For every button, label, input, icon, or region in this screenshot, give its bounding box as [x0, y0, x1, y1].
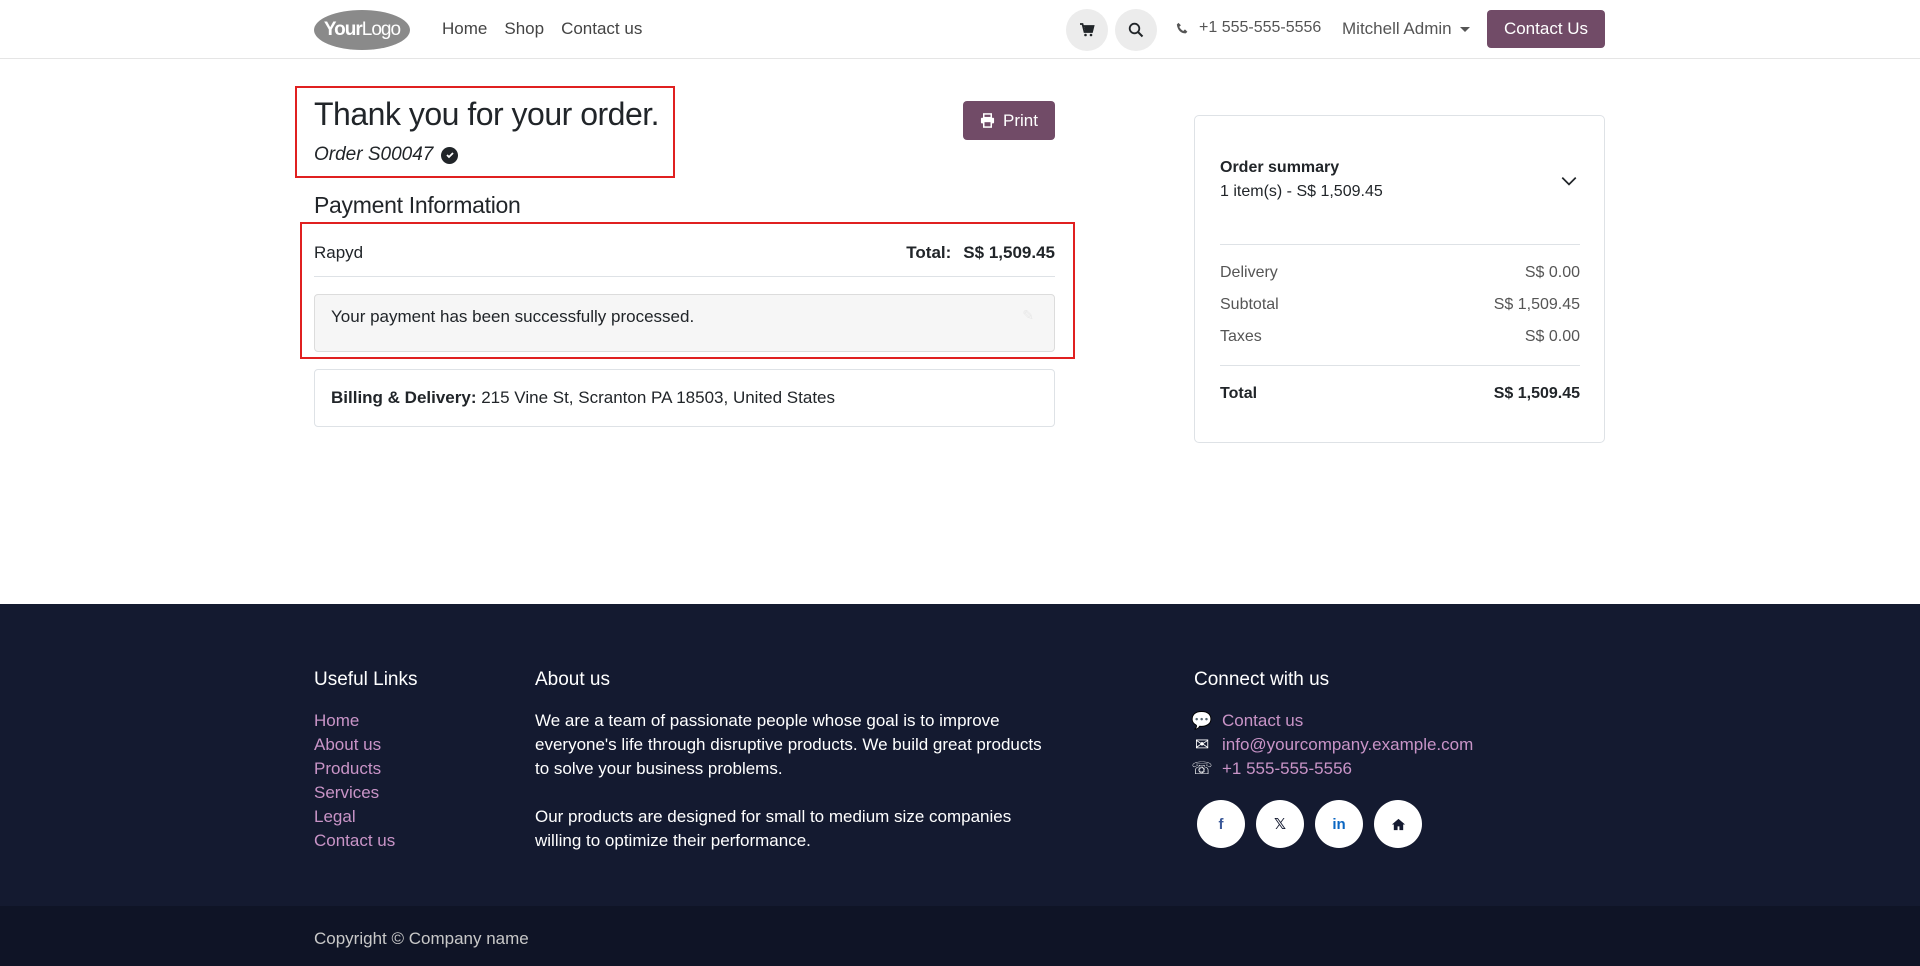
summary-divider	[1220, 244, 1580, 245]
summary-row-total: Total S$ 1,509.45	[1220, 385, 1580, 403]
footer-link-home[interactable]: Home	[314, 709, 395, 733]
summary-row-value: S$ 1,509.45	[1493, 296, 1580, 313]
footer-connect-phone-text: +1 555-555-5556	[1222, 759, 1352, 778]
site-header: YourLogo Home Shop Contact us +1 555-555…	[0, 0, 1920, 59]
payment-status-alert: Your payment has been successfully proce…	[314, 294, 1055, 352]
footer-connect-phone[interactable]: ☏ +1 555-555-5556	[1191, 757, 1473, 781]
phone-icon: ☏	[1191, 759, 1213, 778]
summary-row-taxes: Taxes S$ 0.00	[1220, 328, 1580, 346]
footer-connect-email[interactable]: ✉ info@yourcompany.example.com	[1194, 733, 1473, 757]
footer-connect-contact[interactable]: 💬 Contact us	[1191, 709, 1473, 733]
payment-total-value: S$ 1,509.45	[963, 243, 1055, 262]
summary-divider	[1220, 365, 1580, 366]
check-circle-icon	[441, 146, 459, 164]
payment-status-text: Your payment has been successfully proce…	[331, 307, 695, 326]
footer-link-services[interactable]: Services	[314, 781, 395, 805]
order-reference-text: Order S00047	[314, 144, 434, 165]
header-phone[interactable]: +1 555-555-5556	[1176, 19, 1321, 37]
summary-row-label: Taxes	[1220, 328, 1262, 345]
print-button[interactable]: Print	[963, 101, 1055, 140]
user-name: Mitchell Admin	[1342, 19, 1452, 38]
contact-us-button[interactable]: Contact Us	[1487, 10, 1605, 48]
printer-icon	[980, 113, 995, 128]
facebook-icon[interactable]: f	[1197, 800, 1245, 848]
linkedin-icon[interactable]: in	[1315, 800, 1363, 848]
order-summary-card: Order summary 1 item(s) - S$ 1,509.45 De…	[1194, 115, 1605, 443]
payment-heading: Payment Information	[314, 192, 521, 218]
summary-row-value: S$ 0.00	[1524, 328, 1580, 345]
footer-connect-contact-text: Contact us	[1222, 711, 1304, 730]
page-title: Thank you for your order.	[314, 96, 660, 132]
summary-total-value: S$ 1,509.45	[1493, 385, 1580, 402]
x-icon[interactable]: 𝕏	[1256, 800, 1304, 848]
nav-contact-us[interactable]: Contact us	[561, 19, 642, 39]
footer-link-legal[interactable]: Legal	[314, 805, 395, 829]
summary-total-label: Total	[1220, 385, 1258, 402]
print-button-label: Print	[1003, 110, 1038, 130]
nav-home[interactable]: Home	[442, 19, 487, 39]
logo-thin-text: Logo	[361, 19, 401, 40]
social-links: f 𝕏 in	[1197, 800, 1422, 848]
footer-link-about-us[interactable]: About us	[314, 733, 395, 757]
footer-connect-heading: Connect with us	[1194, 669, 1330, 690]
chevron-down-icon[interactable]	[1560, 172, 1578, 190]
payment-total: Total: S$ 1,509.45	[906, 243, 1055, 263]
copyright-text: Copyright © Company name	[314, 929, 529, 948]
footer-about-heading: About us	[535, 669, 610, 690]
search-icon	[1128, 22, 1144, 38]
order-reference: Order S00047	[314, 144, 459, 166]
comment-icon: 💬	[1191, 711, 1213, 730]
footer-useful-links-heading: Useful Links	[314, 669, 418, 690]
cart-icon	[1080, 23, 1095, 37]
pencil-icon: ✎	[1022, 307, 1034, 323]
payment-total-label: Total:	[906, 243, 952, 262]
footer-bottom-bar	[0, 906, 1920, 966]
order-summary-title[interactable]: Order summary	[1220, 159, 1339, 177]
footer-connect-list: 💬 Contact us ✉ info@yourcompany.example.co…	[1191, 709, 1473, 781]
footer-about-paragraph: We are a team of passionate people whose…	[535, 711, 1042, 778]
address-value: 215 Vine St, Scranton PA 18503, United S…	[481, 388, 835, 407]
user-menu[interactable]: Mitchell Admin	[1342, 19, 1470, 39]
summary-row-subtotal: Subtotal S$ 1,509.45	[1220, 296, 1580, 314]
address-label: Billing & Delivery:	[331, 388, 477, 407]
envelope-icon: ✉	[1194, 735, 1210, 754]
footer-link-contact-us[interactable]: Contact us	[314, 829, 395, 853]
footer-connect-email-text: info@yourcompany.example.com	[1222, 735, 1474, 754]
logo-bold-text: Your	[323, 19, 363, 40]
nav-shop[interactable]: Shop	[504, 19, 544, 39]
cart-button[interactable]	[1066, 9, 1108, 51]
billing-delivery-box: Billing & Delivery: 215 Vine St, Scranto…	[314, 369, 1055, 427]
home-icon[interactable]	[1374, 800, 1422, 848]
caret-down-icon	[1459, 26, 1470, 32]
phone-icon	[1176, 22, 1188, 33]
footer-about-paragraph: Our products are designed for small to m…	[535, 807, 1012, 850]
footer-about-text: We are a team of passionate people whose…	[535, 709, 1055, 853]
payment-divider	[314, 276, 1055, 277]
order-summary-items: 1 item(s) - S$ 1,509.45	[1220, 183, 1383, 200]
footer-link-products[interactable]: Products	[314, 757, 395, 781]
payment-provider: Rapyd	[314, 243, 364, 262]
search-button[interactable]	[1115, 9, 1157, 51]
summary-row-value: S$ 0.00	[1524, 264, 1580, 281]
main-nav: Home Shop Contact us	[442, 19, 642, 39]
summary-row-label: Delivery	[1220, 264, 1278, 281]
summary-row-delivery: Delivery S$ 0.00	[1220, 264, 1580, 282]
footer-useful-links: Home About us Products Services Legal Co…	[314, 709, 395, 853]
header-phone-text: +1 555-555-5556	[1199, 19, 1322, 36]
summary-row-label: Subtotal	[1220, 296, 1279, 313]
site-logo[interactable]: YourLogo	[314, 10, 410, 50]
